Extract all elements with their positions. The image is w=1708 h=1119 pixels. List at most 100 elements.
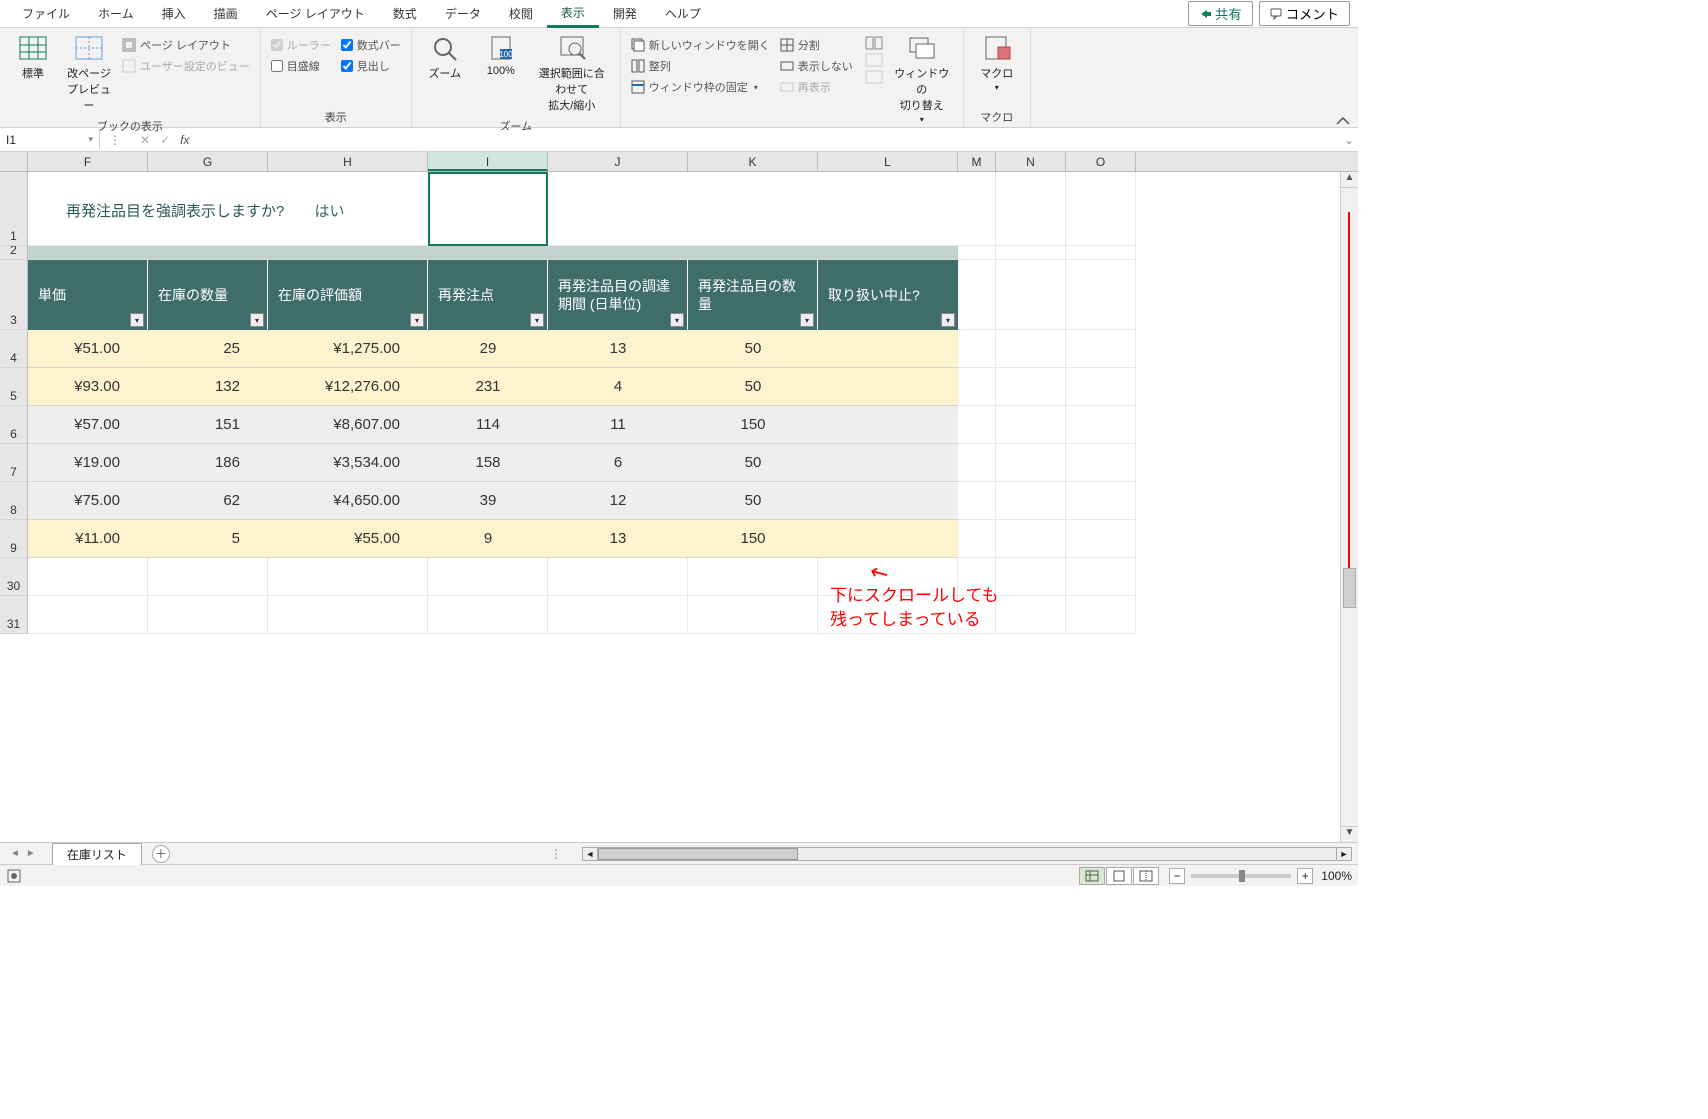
col-header-K[interactable]: K — [688, 152, 818, 171]
record-macro-icon[interactable] — [6, 868, 22, 884]
tab-file[interactable]: ファイル — [8, 1, 84, 26]
col-header-J[interactable]: J — [548, 152, 688, 171]
cell-discontinued[interactable] — [818, 330, 958, 368]
cell-unitprice[interactable]: ¥51.00 — [28, 330, 148, 368]
cell-discontinued[interactable] — [818, 368, 958, 406]
th-reorder[interactable]: 再発注点▾ — [428, 260, 548, 330]
freeze-panes-button[interactable]: ウィンドウ枠の固定▾ — [629, 78, 772, 96]
formula-input[interactable] — [195, 130, 1340, 149]
cell-unitprice[interactable]: ¥75.00 — [28, 482, 148, 520]
hscroll-left[interactable]: ◄ — [582, 847, 598, 861]
cell-qty[interactable]: 132 — [148, 368, 268, 406]
th-valuation[interactable]: 在庫の評価額▾ — [268, 260, 428, 330]
scroll-thumb[interactable] — [1343, 568, 1356, 608]
cell-reorder[interactable]: 158 — [428, 444, 548, 482]
statusview-normal[interactable] — [1079, 867, 1105, 885]
cell-reorderqty[interactable]: 50 — [688, 330, 818, 368]
th-unitprice[interactable]: 単価▾ — [28, 260, 148, 330]
cell-valuation[interactable]: ¥3,534.00 — [268, 444, 428, 482]
th-reorderqty[interactable]: 再発注品目の数量▾ — [688, 260, 818, 330]
row-header-2[interactable]: 2 — [0, 246, 28, 260]
tab-help[interactable]: ヘルプ — [651, 1, 715, 26]
statusview-pagebreak[interactable] — [1133, 867, 1159, 885]
split-button[interactable]: 分割 — [778, 36, 855, 54]
row-header[interactable]: 5 — [0, 368, 28, 406]
row2-merged[interactable] — [28, 246, 958, 260]
row-header-1[interactable]: 1 — [0, 172, 28, 246]
cell-valuation[interactable]: ¥4,650.00 — [268, 482, 428, 520]
cell-qty[interactable]: 25 — [148, 330, 268, 368]
view-pagebreak-button[interactable]: 改ページ プレビュー — [64, 32, 114, 116]
headings-checkbox[interactable]: 見出し — [339, 57, 403, 75]
statusview-pagelayout[interactable] — [1106, 867, 1132, 885]
cell-qty[interactable]: 62 — [148, 482, 268, 520]
col-header-I[interactable]: I — [428, 152, 548, 171]
sheet-nav[interactable]: ◄► — [0, 848, 46, 859]
table-row[interactable]: 8¥75.0062¥4,650.00391250 — [0, 482, 1358, 520]
cell-discontinued[interactable] — [818, 444, 958, 482]
filter-icon[interactable]: ▾ — [800, 313, 814, 327]
cell-reorderqty[interactable]: 50 — [688, 444, 818, 482]
vertical-scrollbar[interactable]: ▲ ▼ — [1340, 172, 1358, 842]
cell-reorder[interactable]: 114 — [428, 406, 548, 444]
sidebyside-icon[interactable] — [865, 36, 883, 50]
cell-valuation[interactable]: ¥55.00 — [268, 520, 428, 558]
view-customviews-button[interactable]: ユーザー設定のビュー — [120, 57, 252, 75]
filter-icon[interactable]: ▾ — [410, 313, 424, 327]
filter-icon[interactable]: ▾ — [530, 313, 544, 327]
hscroll-thumb[interactable] — [598, 848, 798, 860]
tab-formulas[interactable]: 数式 — [379, 1, 431, 26]
tab-view[interactable]: 表示 — [547, 0, 599, 28]
cell-qty[interactable]: 5 — [148, 520, 268, 558]
cell-discontinued[interactable] — [818, 482, 958, 520]
fx-label[interactable]: fx — [180, 133, 195, 147]
cell-discontinued[interactable] — [818, 520, 958, 558]
cell-leadtime[interactable]: 12 — [548, 482, 688, 520]
table-row[interactable]: 4¥51.0025¥1,275.00291350 — [0, 330, 1358, 368]
zoom-in-button[interactable]: + — [1297, 868, 1313, 884]
zoom-selection-button[interactable]: 選択範囲に合わせて 拡大/縮小 — [532, 32, 612, 116]
switch-windows-button[interactable]: ウィンドウの 切り替え▾ — [889, 32, 955, 127]
resetpos-icon[interactable] — [865, 70, 883, 84]
cell-reorder[interactable]: 231 — [428, 368, 548, 406]
cell-reorderqty[interactable]: 50 — [688, 482, 818, 520]
filter-icon[interactable]: ▾ — [250, 313, 264, 327]
gridlines-checkbox[interactable]: 目盛線 — [269, 57, 333, 75]
col-header-N[interactable]: N — [996, 152, 1066, 171]
scroll-up-button[interactable]: ▲ — [1341, 172, 1358, 188]
tab-data[interactable]: データ — [431, 1, 495, 26]
col-header-G[interactable]: G — [148, 152, 268, 171]
col-header-L[interactable]: L — [818, 152, 958, 171]
table-row[interactable]: 6¥57.00151¥8,607.0011411150 — [0, 406, 1358, 444]
cell-unitprice[interactable]: ¥57.00 — [28, 406, 148, 444]
cell-valuation[interactable]: ¥8,607.00 — [268, 406, 428, 444]
scroll-track[interactable] — [1341, 188, 1358, 826]
zoom-button[interactable]: ズーム — [420, 32, 470, 84]
worksheet-grid[interactable]: F G H I J K L M N O 1 再発注品目を強調表示しますか? はい… — [0, 152, 1358, 842]
table-row[interactable]: 9¥11.005¥55.00913150 — [0, 520, 1358, 558]
row-header[interactable]: 9 — [0, 520, 28, 558]
view-pagelayout-button[interactable]: ページ レイアウト — [120, 36, 252, 54]
tab-insert[interactable]: 挿入 — [148, 1, 200, 26]
cell-reorderqty[interactable]: 50 — [688, 368, 818, 406]
row-header[interactable]: 8 — [0, 482, 28, 520]
row-header[interactable]: 7 — [0, 444, 28, 482]
cancel-formula-icon[interactable]: ✕ — [140, 133, 150, 147]
col-header-H[interactable]: H — [268, 152, 428, 171]
hscroll-right[interactable]: ► — [1336, 847, 1352, 861]
filter-icon[interactable]: ▾ — [941, 313, 955, 327]
th-qty[interactable]: 在庫の数量▾ — [148, 260, 268, 330]
col-header-O[interactable]: O — [1066, 152, 1136, 171]
cell-unitprice[interactable]: ¥19.00 — [28, 444, 148, 482]
zoom-slider[interactable] — [1191, 874, 1291, 878]
filter-icon[interactable]: ▾ — [130, 313, 144, 327]
cell-reorderqty[interactable]: 150 — [688, 520, 818, 558]
expand-formula-button[interactable]: ⌄ — [1340, 133, 1358, 147]
select-all-corner[interactable] — [0, 152, 28, 171]
add-sheet-button[interactable]: ＋ — [152, 845, 170, 863]
cell-qty[interactable]: 151 — [148, 406, 268, 444]
row-header-3[interactable]: 3 — [0, 260, 28, 330]
cell-discontinued[interactable] — [818, 406, 958, 444]
cell-qty[interactable]: 186 — [148, 444, 268, 482]
arrange-button[interactable]: 整列 — [629, 57, 772, 75]
